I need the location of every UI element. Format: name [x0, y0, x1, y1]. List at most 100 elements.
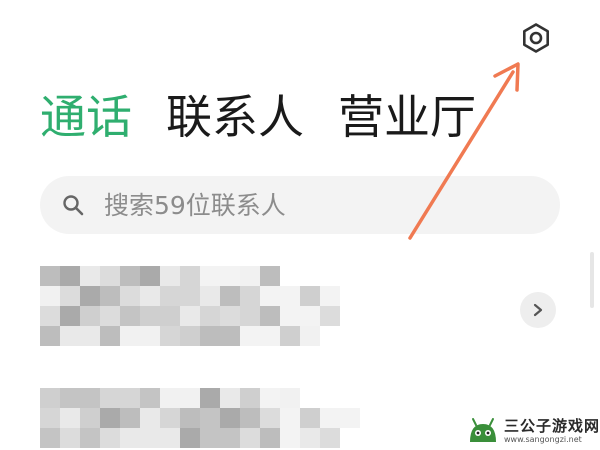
mosaic-cell	[280, 286, 300, 306]
mosaic-cell	[180, 266, 200, 286]
mosaic-cell	[100, 266, 120, 286]
android-mascot-icon	[470, 418, 496, 442]
mosaic-cell	[140, 266, 160, 286]
mosaic-cell	[40, 428, 60, 448]
tab-calls[interactable]: 通话	[40, 84, 132, 150]
mosaic-cell	[40, 408, 60, 428]
mosaic-cell	[320, 428, 340, 448]
contact-row-blurred[interactable]	[40, 262, 370, 352]
mosaic-cell	[160, 326, 180, 346]
mosaic-cell	[220, 266, 240, 286]
tab-contacts[interactable]: 联系人	[166, 84, 304, 150]
mosaic-cell	[100, 408, 120, 428]
mosaic-cell	[140, 388, 160, 408]
mosaic-cell	[220, 408, 240, 428]
tab-service-hall[interactable]: 营业厅	[338, 84, 476, 150]
mosaic-cell	[40, 306, 60, 326]
mosaic-cell	[300, 326, 320, 346]
mosaic-cell	[280, 306, 300, 326]
mosaic-cell	[60, 286, 80, 306]
mosaic-cell	[60, 326, 80, 346]
mosaic-cell	[300, 286, 320, 306]
search-input[interactable]	[104, 190, 524, 220]
mosaic-cell	[40, 286, 60, 306]
mosaic-cell	[220, 388, 240, 408]
mosaic-cell	[60, 306, 80, 326]
mosaic-cell	[160, 388, 180, 408]
settings-button[interactable]	[516, 18, 556, 58]
mosaic-cell	[140, 408, 160, 428]
chevron-right-icon	[533, 303, 543, 317]
mosaic-cell	[200, 408, 220, 428]
mosaic-cell	[60, 408, 80, 428]
search-icon	[63, 195, 84, 216]
mosaic-cell	[40, 388, 60, 408]
mosaic-cell	[320, 408, 340, 428]
mosaic-cell	[180, 388, 200, 408]
mosaic-cell	[200, 286, 220, 306]
mosaic-cell	[80, 306, 100, 326]
mosaic-cell	[240, 286, 260, 306]
tab-bar: 通话 联系人 营业厅	[40, 84, 510, 150]
mosaic-cell	[60, 428, 80, 448]
mosaic-cell	[200, 326, 220, 346]
mosaic-cell	[200, 306, 220, 326]
mosaic-cell	[240, 428, 260, 448]
mosaic-cell	[80, 266, 100, 286]
mosaic-cell	[260, 326, 280, 346]
mosaic-cell	[160, 286, 180, 306]
mosaic-cell	[280, 428, 300, 448]
mosaic-cell	[120, 388, 140, 408]
mosaic-cell	[100, 388, 120, 408]
mosaic-cell	[240, 266, 260, 286]
watermark-title: 三公子游戏网	[504, 417, 600, 435]
mosaic-cell	[260, 266, 280, 286]
mosaic-cell	[120, 428, 140, 448]
mosaic-cell	[300, 306, 320, 326]
mosaic-cell	[220, 306, 240, 326]
mosaic-cell	[80, 428, 100, 448]
mosaic-cell	[220, 286, 240, 306]
mosaic-cell	[180, 428, 200, 448]
watermark: 三公子游戏网 www.sangongzi.net	[466, 412, 600, 450]
mosaic-cell	[40, 266, 60, 286]
mosaic-cell	[260, 306, 280, 326]
mosaic-cell	[140, 306, 160, 326]
mosaic-cell	[80, 286, 100, 306]
mosaic-cell	[280, 408, 300, 428]
mosaic-cell	[340, 408, 360, 428]
mosaic-cell	[300, 408, 320, 428]
mosaic-cell	[80, 388, 100, 408]
mosaic-cell	[320, 306, 340, 326]
mosaic-cell	[60, 266, 80, 286]
mosaic-cell	[200, 388, 220, 408]
mosaic-cell	[120, 306, 140, 326]
mosaic-cell	[220, 326, 240, 346]
mosaic-cell	[140, 286, 160, 306]
mosaic-cell	[100, 428, 120, 448]
mosaic-cell	[200, 266, 220, 286]
mosaic-cell	[100, 326, 120, 346]
mosaic-cell	[80, 408, 100, 428]
contact-row-chevron-button[interactable]	[520, 292, 556, 328]
watermark-url: www.sangongzi.net	[504, 435, 582, 444]
mosaic-cell	[100, 306, 120, 326]
contact-row-blurred[interactable]	[40, 384, 370, 450]
mosaic-cell	[280, 326, 300, 346]
mosaic-cell	[80, 326, 100, 346]
mosaic-cell	[240, 408, 260, 428]
mosaic-cell	[120, 286, 140, 306]
mosaic-cell	[260, 388, 280, 408]
scrollbar-indicator	[590, 252, 594, 308]
mosaic-cell	[260, 428, 280, 448]
mosaic-cell	[120, 266, 140, 286]
mosaic-cell	[240, 326, 260, 346]
mosaic-cell	[200, 428, 220, 448]
mosaic-cell	[180, 286, 200, 306]
mosaic-cell	[280, 388, 300, 408]
mosaic-cell	[160, 408, 180, 428]
mosaic-cell	[180, 306, 200, 326]
phone-screen: 通话 联系人 营业厅 三公子游戏网 w	[0, 0, 600, 450]
mosaic-cell	[160, 428, 180, 448]
search-bar[interactable]	[40, 176, 560, 234]
